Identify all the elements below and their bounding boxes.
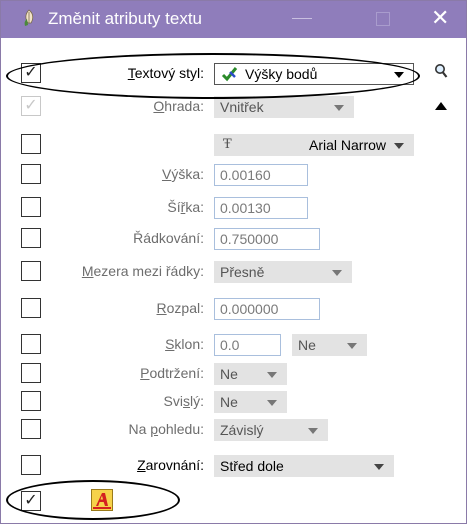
line-spacing-label: Řádkování: <box>133 230 204 246</box>
spacing-checkbox[interactable] <box>21 298 41 318</box>
spacing-label: Rozpal: <box>156 300 204 316</box>
slant-input[interactable]: 0.0 <box>214 334 281 356</box>
line-spacing-mode-checkbox[interactable] <box>21 261 41 281</box>
justification-select[interactable]: Střed dole <box>214 455 394 477</box>
font-select[interactable]: Ŧ Arial Narrow <box>214 134 414 156</box>
row-spacing: Rozpal: 0.000000 <box>1 298 466 328</box>
font-checkbox[interactable] <box>21 134 41 154</box>
row-slant: Sklon: 0.0 Ne <box>1 334 466 364</box>
highlight-ellipse-text-style <box>6 53 420 99</box>
underline-select[interactable]: Ne <box>214 363 287 385</box>
view-dependent-select[interactable]: Závislý <box>214 419 328 441</box>
line-spacing-input[interactable]: 0.750000 <box>214 228 320 250</box>
title-bar: Změnit atributy textu ✕ <box>1 1 466 38</box>
fence-checkbox[interactable]: ✓ <box>21 96 41 116</box>
height-label: Výška: <box>161 166 204 182</box>
underline-value: Ne <box>220 366 238 382</box>
slant-checkbox[interactable] <box>21 334 41 354</box>
view-dependent-value: Závislý <box>220 422 264 438</box>
fence-select[interactable]: Vnitřek <box>214 96 354 118</box>
fence-label: Ohrada: <box>153 98 204 114</box>
line-spacing-mode-label: Mezera mezi řádky: <box>81 263 204 279</box>
width-label: Šířka: <box>167 199 204 215</box>
width-input[interactable]: 0.00130 <box>214 197 308 219</box>
justification-label: Zarovnání: <box>137 457 204 473</box>
height-input[interactable]: 0.00160 <box>214 164 308 186</box>
row-line-spacing-mode: Mezera mezi řádky: Přesně <box>1 261 466 291</box>
spacing-input[interactable]: 0.000000 <box>214 298 320 320</box>
minimize-button[interactable] <box>292 18 312 19</box>
vertical-value: Ne <box>220 394 238 410</box>
row-font: Ŧ Arial Narrow <box>1 134 466 164</box>
highlight-ellipse-color <box>6 480 180 520</box>
vertical-checkbox[interactable] <box>21 391 41 411</box>
underline-checkbox[interactable] <box>21 363 41 383</box>
row-view-dependent: Na pohledu: Závislý <box>1 419 466 449</box>
row-fence: ✓ Ohrada: Vnitřek <box>1 96 466 126</box>
triangle-up-icon[interactable] <box>435 102 447 110</box>
fence-value: Vnitřek <box>220 99 264 115</box>
justification-value: Střed dole <box>220 458 284 474</box>
row-line-spacing: Řádkování: 0.750000 <box>1 228 466 258</box>
vertical-select[interactable]: Ne <box>214 391 287 413</box>
view-dependent-label: Na pohledu: <box>128 421 204 437</box>
line-spacing-mode-select[interactable]: Přesně <box>214 261 352 283</box>
slant-mode-value: Ne <box>298 337 316 353</box>
truetype-icon: Ŧ <box>223 137 232 152</box>
underline-label: Podtržení: <box>140 365 204 381</box>
row-height: Výška: 0.00160 <box>1 164 466 194</box>
maximize-button[interactable] <box>376 12 390 26</box>
window-title: Změnit atributy textu <box>48 9 203 28</box>
row-width: Šířka: 0.00130 <box>1 197 466 227</box>
close-button[interactable]: ✕ <box>431 7 449 29</box>
height-checkbox[interactable] <box>21 164 41 184</box>
row-underline: Podtržení: Ne <box>1 363 466 393</box>
feather-pen-icon <box>24 9 34 26</box>
row-vertical: Svislý: Ne <box>1 391 466 421</box>
dialog-window: Změnit atributy textu ✕ ✓ Textový styl: … <box>0 0 467 524</box>
view-dependent-checkbox[interactable] <box>21 419 41 439</box>
line-spacing-mode-value: Přesně <box>220 264 265 280</box>
line-spacing-checkbox[interactable] <box>21 228 41 248</box>
justification-checkbox[interactable] <box>21 455 41 475</box>
slant-mode-select[interactable]: Ne <box>292 334 367 356</box>
magnifier-icon[interactable] <box>434 63 448 79</box>
font-value: Arial Narrow <box>308 137 386 153</box>
slant-label: Sklon: <box>165 336 204 352</box>
width-checkbox[interactable] <box>21 197 41 217</box>
vertical-label: Svislý: <box>163 393 204 409</box>
